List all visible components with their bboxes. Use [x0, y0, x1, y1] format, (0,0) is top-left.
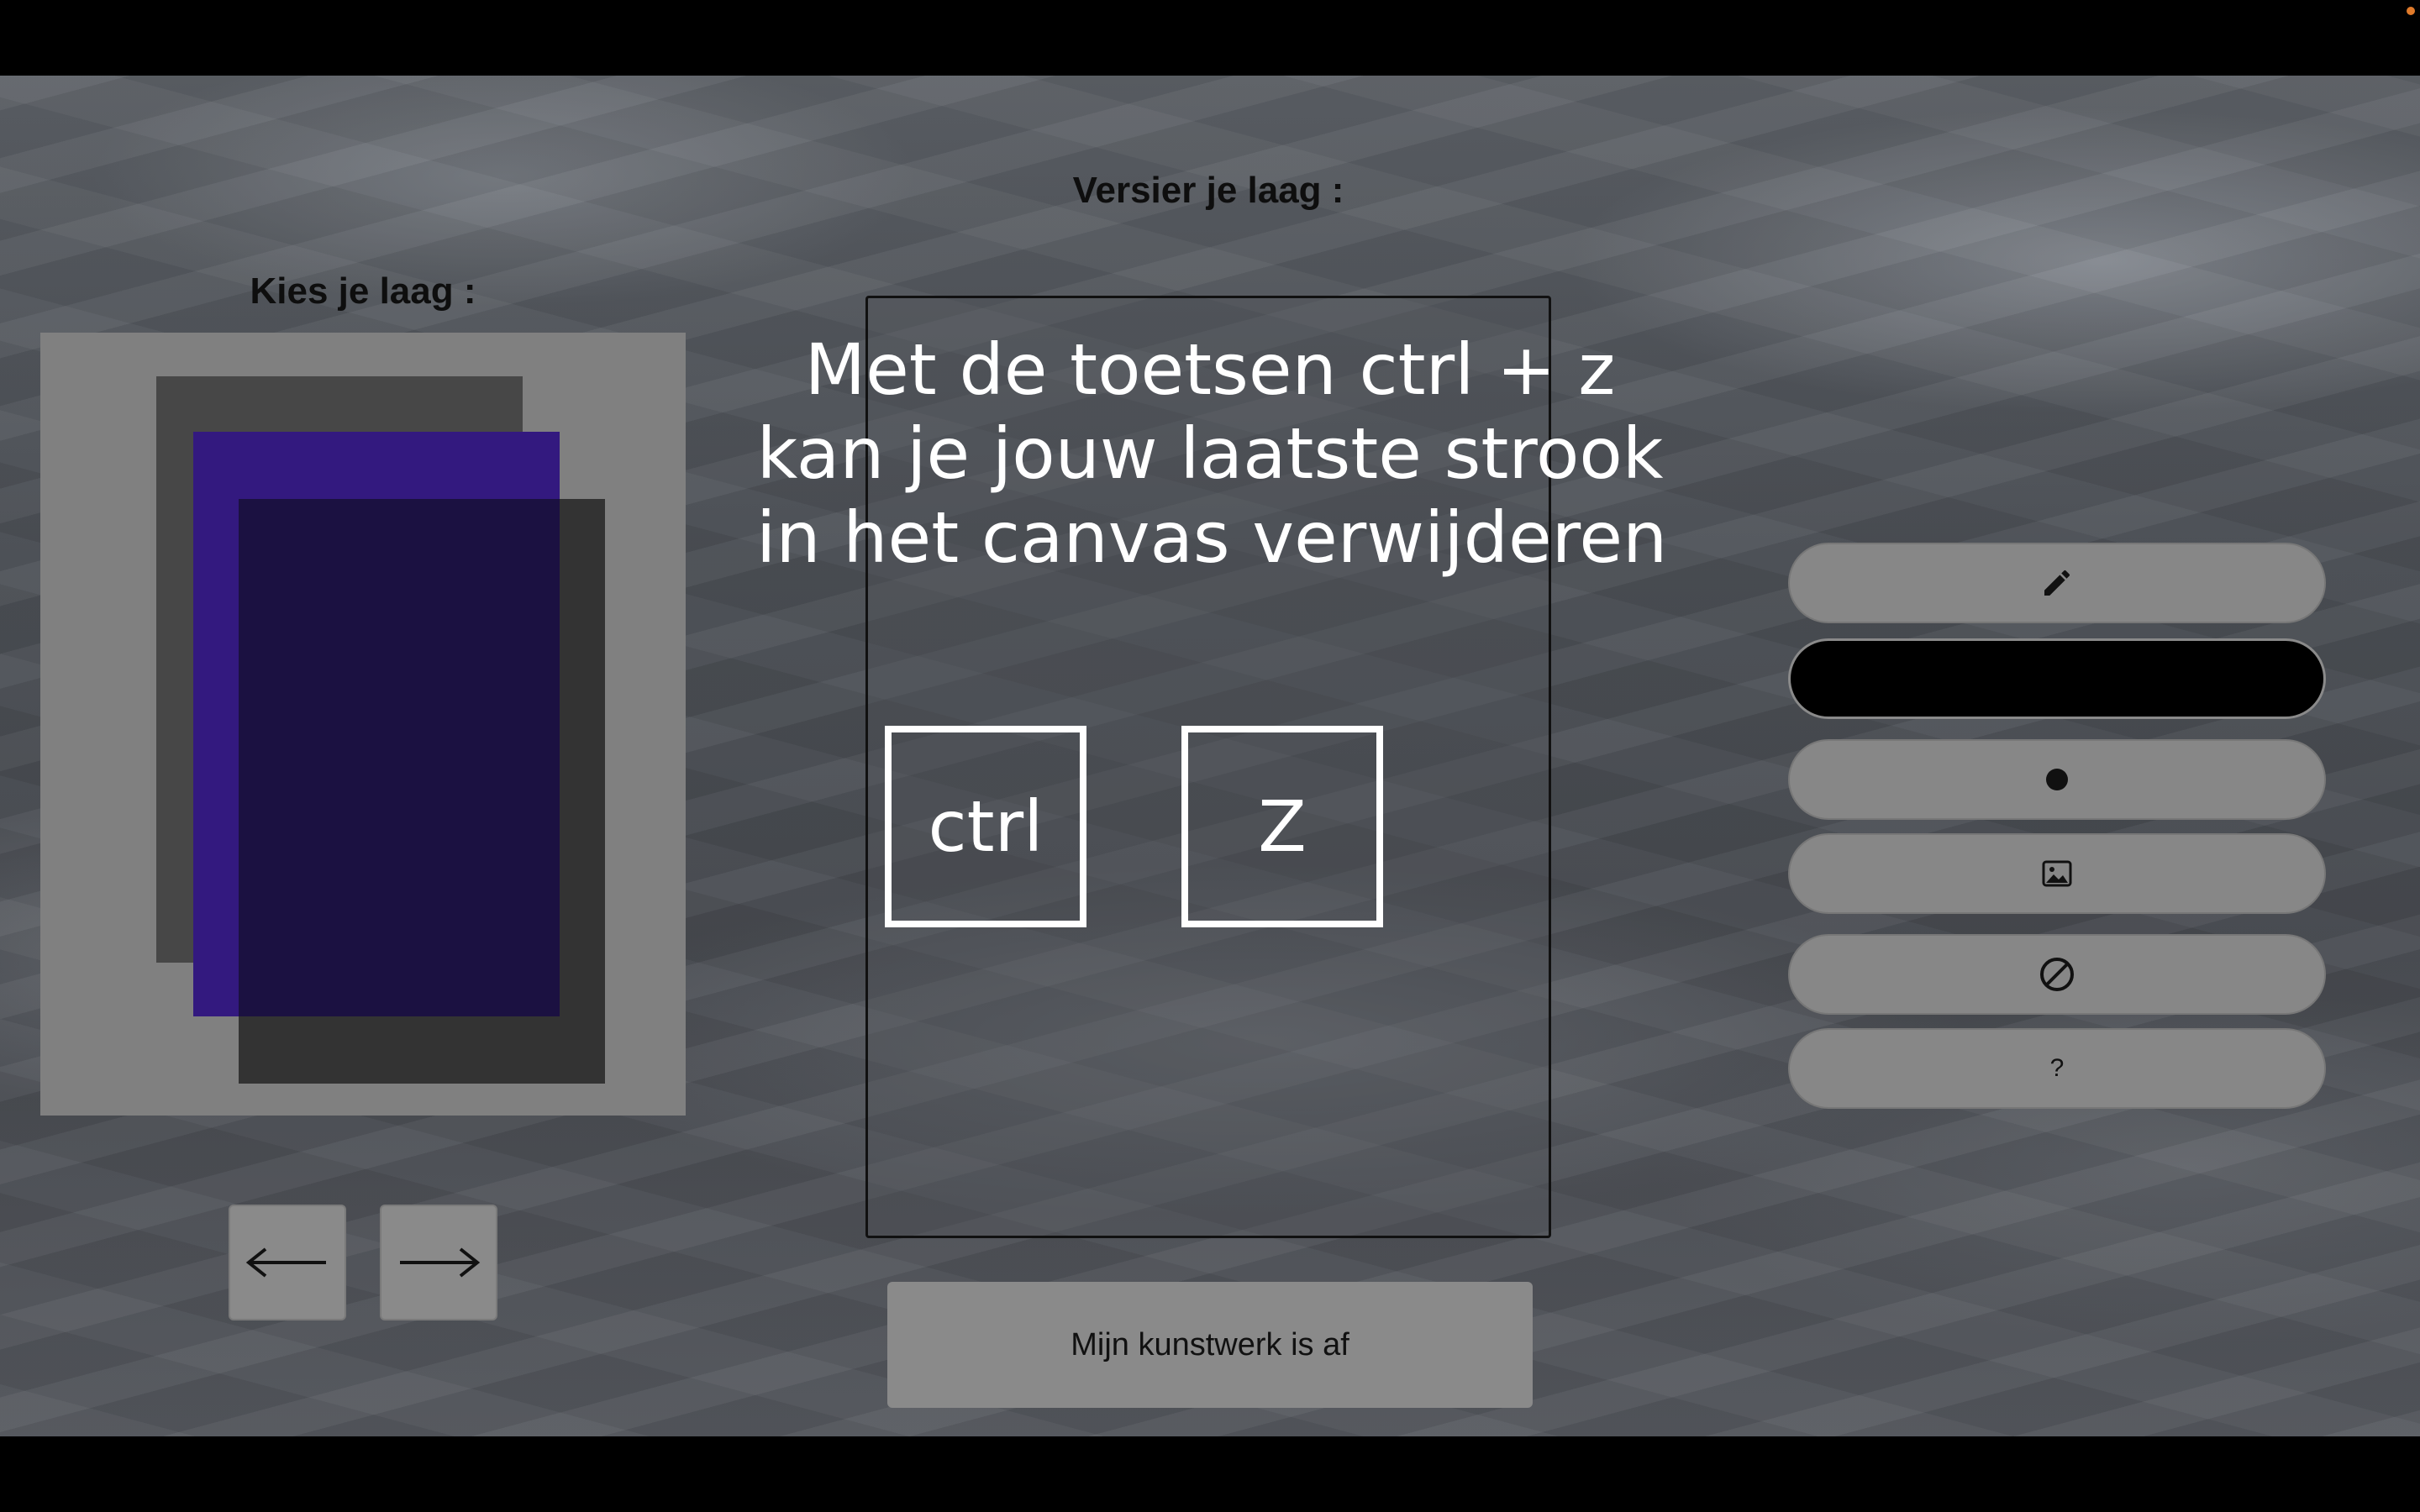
- ctrl-key-label: ctrl: [928, 785, 1044, 868]
- undo-hint-line: kan je jouw laatste strook: [756, 412, 1664, 495]
- undo-hint-line: in het canvas verwijderen: [756, 496, 1668, 579]
- arrow-left-icon: [245, 1247, 326, 1278]
- image-icon: [2042, 860, 2072, 887]
- z-key-label: Z: [1258, 785, 1307, 868]
- undo-hint-line: Met de toetsen ctrl + z: [804, 328, 1616, 411]
- layer-heading: Kies je laag :: [250, 270, 476, 312]
- layer-overlap: [239, 499, 560, 1016]
- decorate-heading: Versier je laag :: [1072, 170, 1344, 211]
- layer-picker: [40, 333, 686, 1116]
- ctrl-key: ctrl: [885, 726, 1086, 927]
- z-key: Z: [1181, 726, 1383, 927]
- undo-hint: Met de toetsen ctrl + z kan je jouw laat…: [756, 328, 1668, 580]
- brush-size-dot-icon: [2046, 769, 2068, 790]
- arrow-right-icon: [400, 1247, 481, 1278]
- help-label: ?: [2049, 1054, 2065, 1082]
- brush-size-button[interactable]: [1788, 739, 2326, 820]
- help-button[interactable]: ?: [1788, 1028, 2326, 1109]
- previous-layer-button[interactable]: [229, 1205, 346, 1320]
- next-layer-button[interactable]: [380, 1205, 497, 1320]
- pencil-tool-button[interactable]: [1788, 543, 2326, 623]
- no-sign-icon: [2040, 958, 2074, 991]
- image-upload-button[interactable]: [1788, 833, 2326, 914]
- pencil-icon: [2044, 570, 2070, 596]
- status-indicator: [2407, 7, 2415, 15]
- finish-artwork-label: Mijn kunstwerk is af: [1071, 1326, 1349, 1362]
- finish-artwork-button[interactable]: Mijn kunstwerk is af: [887, 1282, 1533, 1408]
- clear-canvas-button[interactable]: [1788, 934, 2326, 1015]
- app-window: Kies je laag : Versier je laag : Met de …: [0, 76, 2420, 1436]
- color-picker-button[interactable]: [1788, 638, 2326, 719]
